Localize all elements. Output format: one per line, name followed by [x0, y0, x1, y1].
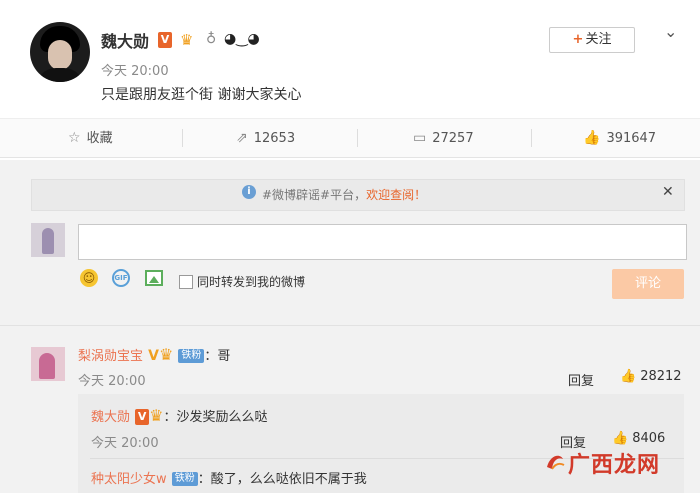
- my-avatar[interactable]: [31, 223, 65, 257]
- repost-button[interactable]: ⇗ 12653: [236, 119, 295, 157]
- info-icon: i: [242, 185, 256, 199]
- close-icon[interactable]: ✕: [662, 184, 674, 200]
- comment-like-count: 28212: [640, 369, 682, 384]
- thumbs-up-icon: 👍: [583, 130, 601, 146]
- comment-like-button[interactable]: 👍 28212: [620, 369, 682, 384]
- reply-line: 种太阳少女w 铁粉 ：酸了，么么哒依旧不属于我: [91, 468, 367, 487]
- follow-label: 关注: [585, 32, 612, 47]
- reply-author-name[interactable]: 魏大勋: [91, 410, 130, 425]
- thumbs-up-icon: 👍: [620, 369, 637, 384]
- comment-time: 今天 20:00: [78, 374, 146, 389]
- vip-icon[interactable]: V: [148, 348, 159, 364]
- chevron-down-icon[interactable]: ⌄: [664, 22, 677, 41]
- comment-line: 梨涡勋宝宝 V♛ 铁粉 ：哥: [78, 345, 230, 364]
- reply-like-count: 8406: [632, 431, 666, 446]
- watermark-logo: [547, 455, 565, 470]
- fan-badge[interactable]: 铁粉: [171, 471, 198, 486]
- favorite-button[interactable]: ☆ 收藏: [68, 119, 113, 157]
- follow-button[interactable]: + 关注: [549, 27, 635, 53]
- crown-icon[interactable]: ♛: [180, 31, 202, 49]
- reply-author-name[interactable]: 种太阳少女w: [91, 472, 167, 487]
- divider: [0, 325, 700, 326]
- watermark-text: 广西龙网: [568, 453, 661, 478]
- comment-icon: ▭: [413, 130, 427, 146]
- notice-text[interactable]: #微博辟谣#平台，欢迎查阅！: [262, 186, 426, 203]
- notice-prefix: #微博辟谣#平台，: [262, 188, 367, 202]
- comment-count: 27257: [432, 131, 474, 146]
- reply-text: ：酸了，么么哒依旧不属于我: [197, 472, 367, 487]
- verified-badge[interactable]: V: [158, 32, 172, 48]
- author-name[interactable]: 魏大勋: [101, 28, 149, 52]
- action-bar: ☆ 收藏 ⇗ 12653 ▭ 27257 👍 391647: [0, 118, 700, 158]
- commenter-name[interactable]: 梨涡勋宝宝: [78, 349, 143, 364]
- favorite-label: 收藏: [86, 131, 113, 146]
- reply-time: 今天 20:00: [91, 436, 159, 451]
- medal-icon[interactable]: ♁: [206, 30, 220, 48]
- star-icon: ☆: [68, 130, 81, 146]
- comment-input[interactable]: [78, 224, 687, 260]
- repost-checkbox[interactable]: [179, 275, 193, 289]
- repost-checkbox-label[interactable]: 同时转发到我的微博: [197, 273, 305, 290]
- notice-highlight[interactable]: 欢迎查阅！: [366, 188, 426, 202]
- gif-icon[interactable]: GIF: [112, 269, 130, 287]
- crown-icon[interactable]: ♛: [159, 345, 173, 364]
- reply-like-button[interactable]: 👍 8406: [612, 431, 665, 446]
- panda-icon[interactable]: ◕‿◕: [224, 30, 260, 48]
- commenter-avatar[interactable]: [31, 347, 65, 381]
- plus-icon: +: [572, 32, 584, 47]
- fan-badge[interactable]: 铁粉: [178, 348, 205, 363]
- like-button[interactable]: 👍 391647: [583, 119, 656, 157]
- repost-count: 12653: [253, 131, 296, 146]
- image-icon[interactable]: [145, 270, 163, 286]
- reply-line: 魏大勋 V ♛：沙发奖励么么哒: [91, 406, 267, 425]
- author-avatar[interactable]: [30, 22, 90, 82]
- thumbs-up-icon: 👍: [612, 431, 629, 446]
- crown-icon[interactable]: ♛: [149, 406, 163, 425]
- reply-button[interactable]: 回复: [568, 370, 594, 389]
- submit-comment-button[interactable]: 评论: [612, 269, 684, 299]
- repost-icon: ⇗: [236, 130, 248, 146]
- comment-text: ：哥: [204, 349, 231, 364]
- emoji-icon[interactable]: ☺: [80, 269, 98, 287]
- comment-button[interactable]: ▭ 27257: [413, 119, 474, 157]
- verified-badge[interactable]: V: [135, 408, 150, 425]
- post-text: 只是跟朋友逛个街 谢谢大家关心: [101, 87, 302, 103]
- like-count: 391647: [606, 131, 657, 146]
- post-time[interactable]: 今天 20:00: [101, 60, 169, 79]
- reply-text: ：沙发奖励么么哒: [163, 410, 268, 425]
